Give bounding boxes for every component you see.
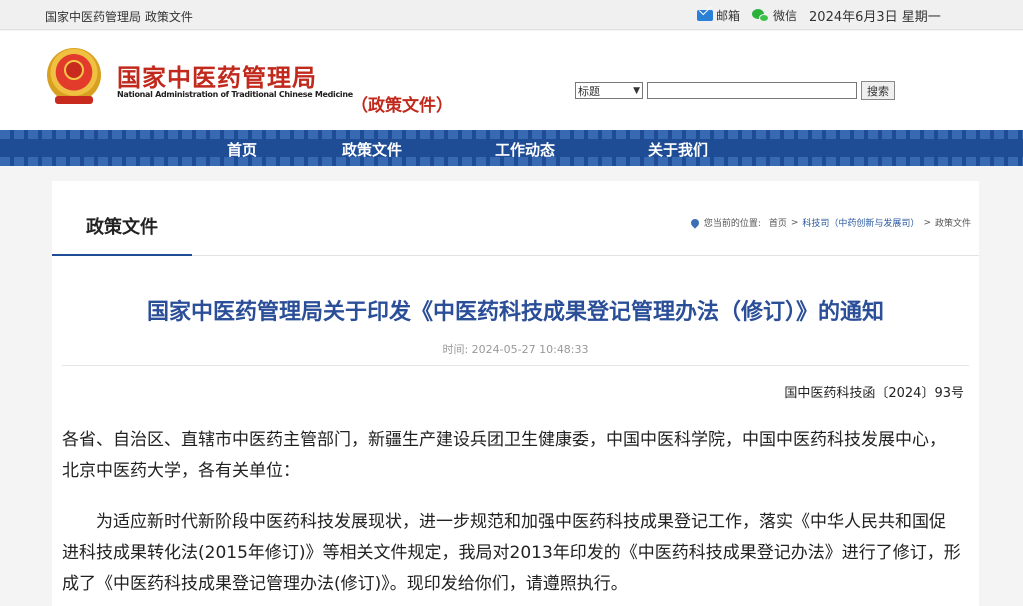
search-field-select[interactable]: 标题 ▼ bbox=[575, 82, 643, 99]
site-label: 国家中医药管理局 政策文件 bbox=[45, 10, 193, 24]
breadcrumb-department[interactable]: 科技司（中药创新与发展司） bbox=[802, 216, 919, 229]
article-divider bbox=[62, 365, 969, 366]
article-title: 国家中医药管理局关于印发《中医药科技成果登记管理办法（修订）》的通知 bbox=[146, 300, 884, 325]
chevron-down-icon: ▼ bbox=[633, 85, 640, 96]
nav-item-home[interactable]: 首页 bbox=[227, 139, 257, 160]
breadcrumb-separator: > bbox=[790, 217, 799, 228]
mail-label: 邮箱 bbox=[716, 9, 741, 23]
wechat-link[interactable]: 微信 bbox=[752, 7, 797, 24]
search-input[interactable] bbox=[647, 82, 857, 99]
location-pin-icon bbox=[689, 216, 701, 229]
top-links: 邮箱 微信 2024年6月3日 星期一 bbox=[697, 6, 941, 25]
mail-icon bbox=[697, 10, 713, 21]
nav-item-about[interactable]: 关于我们 bbox=[648, 139, 708, 160]
org-name-cn: 国家中医药管理局 bbox=[117, 64, 317, 92]
search-select-value: 标题 bbox=[578, 84, 600, 98]
nav-item-policy[interactable]: 政策文件 bbox=[342, 139, 402, 160]
breadcrumb-current[interactable]: 政策文件 bbox=[935, 216, 971, 229]
national-emblem-logo bbox=[47, 48, 101, 106]
article-paragraph: 各省、自治区、直辖市中医药主管部门，新疆生产建设兵团卫生健康委，中国中医科学院，… bbox=[62, 430, 946, 481]
org-name-en: National Administration of Traditional C… bbox=[117, 90, 353, 99]
article-time: 时间: 2024-05-27 10:48:33 bbox=[442, 343, 589, 356]
nav-pattern-top bbox=[0, 130, 1023, 139]
header: 国家中医药管理局 National Administration of Trad… bbox=[0, 31, 1023, 130]
wechat-icon bbox=[752, 8, 770, 23]
article-paragraph: 为适应新时代新阶段中医药科技发展现状，进一步规范和加强中医药科技成果登记工作，落… bbox=[62, 512, 961, 594]
wechat-label: 微信 bbox=[773, 9, 798, 23]
nav-item-work-news[interactable]: 工作动态 bbox=[495, 139, 555, 160]
search-button[interactable]: 搜索 bbox=[861, 81, 895, 100]
section-title: 政策文件 bbox=[86, 217, 158, 238]
breadcrumb-prefix: 您当前的位置: bbox=[703, 219, 761, 229]
site-subtitle: （政策文件） bbox=[351, 96, 453, 116]
mail-link[interactable]: 邮箱 bbox=[697, 7, 740, 24]
content-panel: 政策文件 您当前的位置: 首页 > 科技司（中药创新与发展司） > 政策文件 国… bbox=[52, 181, 979, 606]
current-date: 2024年6月3日 星期一 bbox=[809, 10, 941, 25]
main-nav: 首页 政策文件 工作动态 关于我们 bbox=[0, 130, 1023, 166]
top-bar: 国家中医药管理局 政策文件 邮箱 微信 2024年6月3日 星期一 bbox=[0, 0, 1023, 30]
document-number: 国中医药科技函〔2024〕93号 bbox=[784, 386, 964, 401]
breadcrumb-home[interactable]: 首页 bbox=[769, 216, 787, 229]
section-title-underline bbox=[52, 254, 192, 256]
breadcrumb: 您当前的位置: 首页 > 科技司（中药创新与发展司） > 政策文件 bbox=[689, 216, 971, 229]
breadcrumb-separator: > bbox=[923, 217, 931, 228]
